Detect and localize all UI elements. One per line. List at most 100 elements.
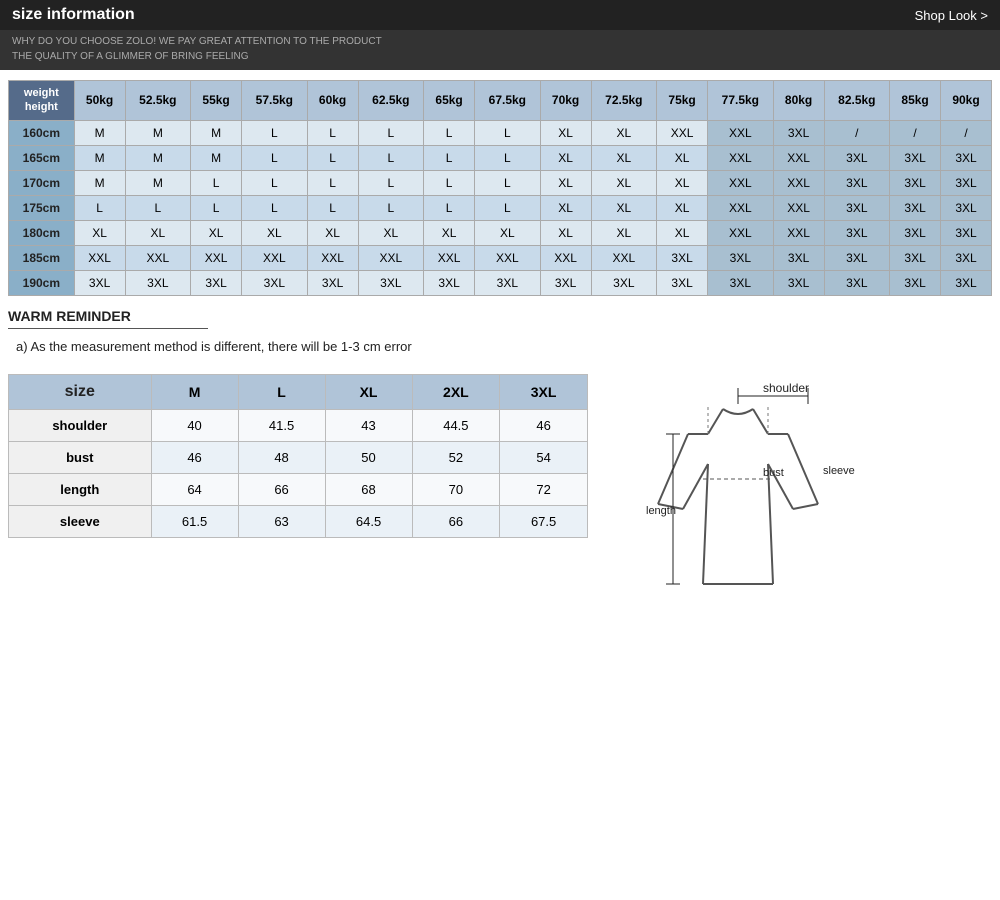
table-row: bust4648505254 <box>9 441 588 473</box>
size-cell: L <box>475 145 541 170</box>
size-cell: 3XL <box>824 220 890 245</box>
size-cell: 3XL <box>475 270 541 295</box>
size-cell: 3XL <box>657 270 708 295</box>
size-cell: XL <box>242 220 308 245</box>
size-cell: XL <box>657 195 708 220</box>
size-cell: XL <box>591 170 657 195</box>
page-title: size information <box>12 6 135 24</box>
size-cell: L <box>424 195 475 220</box>
size-cell: 3XL <box>708 245 774 270</box>
warm-reminder-section: WARM REMINDER a) As the measurement meth… <box>0 300 1000 368</box>
size-cell: XL <box>540 195 591 220</box>
weight-height-table: weightheight50kg52.5kg55kg57.5kg60kg62.5… <box>8 80 992 296</box>
size-cell: XL <box>591 120 657 145</box>
size-value-cell: 63 <box>238 505 325 537</box>
size-value-cell: 52 <box>412 441 500 473</box>
size-value-cell: 40 <box>151 409 238 441</box>
size-column-header: XL <box>325 374 412 409</box>
size-cell: M <box>125 170 191 195</box>
size-cell: 3XL <box>540 270 591 295</box>
size-cell: 3XL <box>890 170 941 195</box>
weight-header: 85kg <box>890 81 941 121</box>
weight-header: 65kg <box>424 81 475 121</box>
size-cell: 3XL <box>824 145 890 170</box>
height-cell: 165cm <box>9 145 75 170</box>
size-column-header: 2XL <box>412 374 500 409</box>
subtitle-line2: THE QUALITY OF A GLIMMER OF BRING FEELIN… <box>12 49 988 64</box>
size-measurement-label: shoulder <box>9 409 152 441</box>
size-cell: 3XL <box>824 170 890 195</box>
warm-reminder-title: WARM REMINDER <box>8 308 208 329</box>
weight-header: 57.5kg <box>242 81 308 121</box>
size-measurement-label: sleeve <box>9 505 152 537</box>
weight-table-container: weightheight50kg52.5kg55kg57.5kg60kg62.5… <box>0 70 1000 300</box>
size-value-cell: 64.5 <box>325 505 412 537</box>
size-cell: 3XL <box>773 245 824 270</box>
size-cell: L <box>74 195 125 220</box>
size-cell: 3XL <box>824 245 890 270</box>
size-value-cell: 46 <box>500 409 588 441</box>
size-cell: XL <box>591 195 657 220</box>
subtitle-section: WHY DO YOU CHOOSE ZOLO! WE PAY GREAT ATT… <box>0 30 1000 70</box>
size-cell: 3XL <box>307 270 358 295</box>
size-cell: M <box>74 120 125 145</box>
weight-header: 75kg <box>657 81 708 121</box>
size-cell: XXL <box>708 145 774 170</box>
size-cell: L <box>424 170 475 195</box>
size-cell: M <box>191 120 242 145</box>
size-cell: XXL <box>358 245 424 270</box>
height-cell: 170cm <box>9 170 75 195</box>
size-cell: XXL <box>475 245 541 270</box>
size-value-cell: 72 <box>500 473 588 505</box>
weight-header: 62.5kg <box>358 81 424 121</box>
size-cell: XXL <box>657 120 708 145</box>
size-value-cell: 54 <box>500 441 588 473</box>
height-cell: 190cm <box>9 270 75 295</box>
size-cell: 3XL <box>890 220 941 245</box>
table-row: 165cmMMMLLLLLXLXLXLXXLXXL3XL3XL3XL <box>9 145 992 170</box>
size-cell: 3XL <box>773 270 824 295</box>
size-detail-table: sizeMLXL2XL3XLshoulder4041.54344.546bust… <box>8 374 588 538</box>
size-cell: 3XL <box>242 270 308 295</box>
size-cell: L <box>242 145 308 170</box>
size-cell: XL <box>540 145 591 170</box>
size-value-cell: 46 <box>151 441 238 473</box>
size-cell: XXL <box>424 245 475 270</box>
size-cell: XXL <box>708 195 774 220</box>
table-row: 170cmMMLLLLLLXLXLXLXXLXXL3XL3XL3XL <box>9 170 992 195</box>
weight-header: 82.5kg <box>824 81 890 121</box>
weight-header: 72.5kg <box>591 81 657 121</box>
size-cell: 3XL <box>424 270 475 295</box>
size-column-header: 3XL <box>500 374 588 409</box>
size-cell: XXL <box>773 195 824 220</box>
size-cell: L <box>191 195 242 220</box>
size-cell: L <box>191 170 242 195</box>
garment-diagram: shoulder <box>608 374 888 634</box>
size-cell: 3XL <box>941 220 992 245</box>
size-value-cell: 48 <box>238 441 325 473</box>
size-cell: 3XL <box>358 270 424 295</box>
size-cell: 3XL <box>657 245 708 270</box>
size-cell: XL <box>125 220 191 245</box>
svg-text:shoulder: shoulder <box>763 381 809 395</box>
shop-look-link[interactable]: Shop Look > <box>915 8 988 23</box>
size-value-cell: 50 <box>325 441 412 473</box>
size-column-header: L <box>238 374 325 409</box>
size-cell: 3XL <box>941 245 992 270</box>
size-value-cell: 61.5 <box>151 505 238 537</box>
size-cell: 3XL <box>890 245 941 270</box>
size-cell: L <box>424 120 475 145</box>
size-cell: 3XL <box>191 270 242 295</box>
table-row: sleeve61.56364.56667.5 <box>9 505 588 537</box>
size-cell: XL <box>424 220 475 245</box>
size-cell: XL <box>540 170 591 195</box>
weight-header: 80kg <box>773 81 824 121</box>
weight-header: 50kg <box>74 81 125 121</box>
size-cell: L <box>242 120 308 145</box>
size-cell: M <box>191 145 242 170</box>
size-cell: XXL <box>540 245 591 270</box>
size-section: sizeMLXL2XL3XLshoulder4041.54344.546bust… <box>0 368 1000 640</box>
size-cell: XXL <box>242 245 308 270</box>
size-cell: 3XL <box>941 170 992 195</box>
size-column-header: size <box>9 374 152 409</box>
